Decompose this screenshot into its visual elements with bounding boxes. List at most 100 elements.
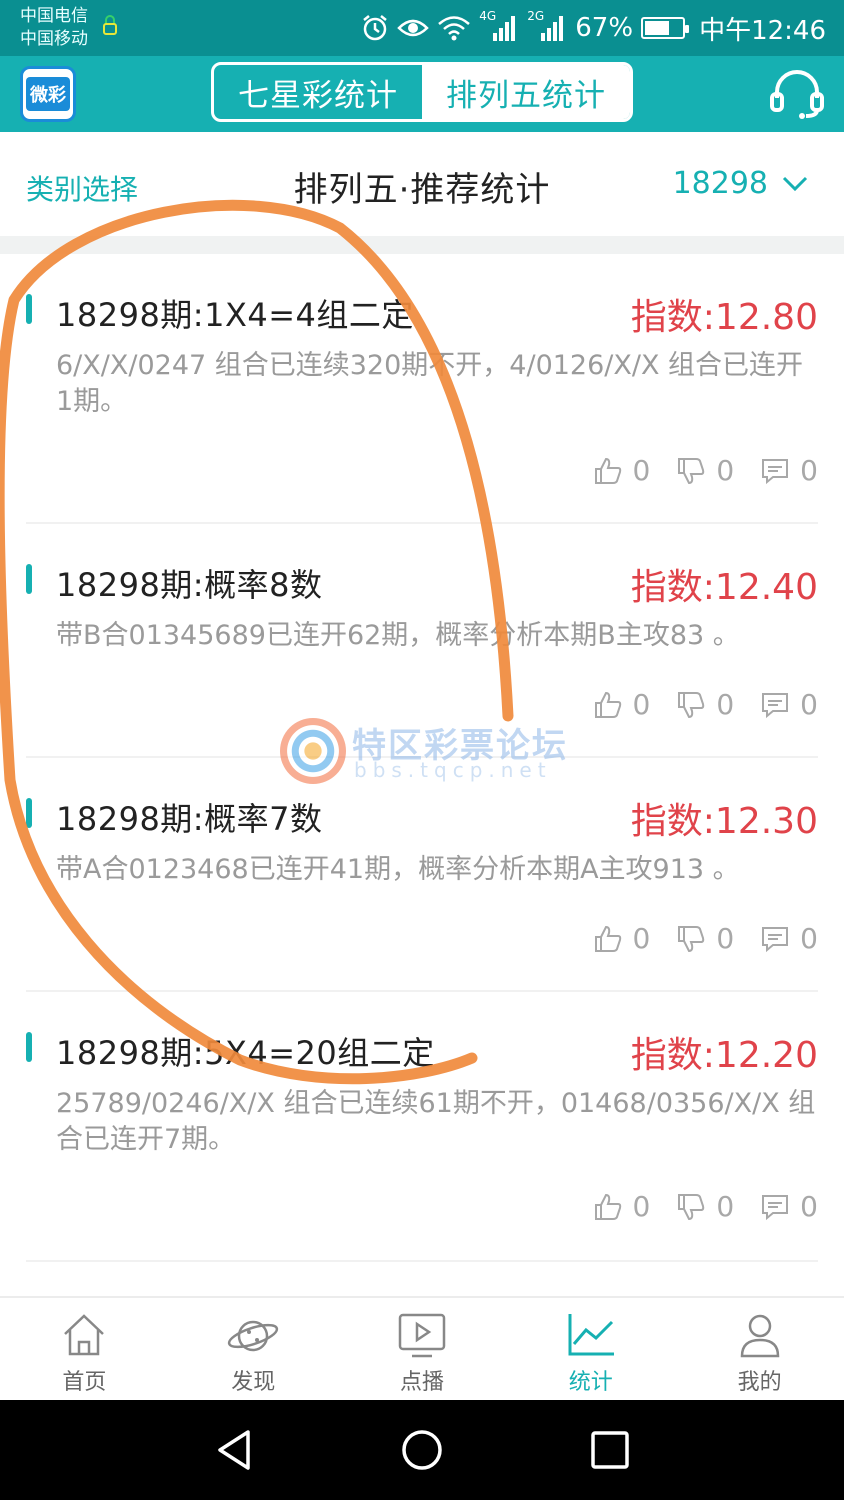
dislike-button[interactable]: 0: [676, 454, 734, 487]
card-description: 带B合01345689已连开62期，概率分析本期B主攻83 。: [56, 620, 740, 651]
carrier-2: 中国移动: [20, 29, 88, 49]
like-count: 0: [632, 688, 651, 721]
comment-button[interactable]: 0: [760, 454, 818, 487]
title-accent-bar: [26, 798, 32, 828]
card-description: 6/X/X/0247 组合已连续320期不开，4/0126/X/X 组合已连开1…: [56, 350, 804, 417]
like-button[interactable]: 0: [593, 922, 651, 955]
card-actions: 0 0 0: [593, 922, 818, 955]
vpn-lock-icon: [103, 15, 117, 35]
dislike-count: 0: [716, 688, 735, 721]
signal-2g: 2G: [527, 9, 567, 43]
list-item[interactable]: 18298期:5X4=20组二定 指数:12.20 25789/0246/X/X…: [26, 992, 818, 1262]
nav-label: 发现: [231, 1370, 276, 1395]
comment-button[interactable]: 0: [760, 1190, 818, 1223]
thumbs-down-icon: [678, 691, 705, 718]
chevron-down-icon: [782, 176, 808, 191]
play-icon: [398, 1313, 446, 1358]
alarm-icon: [363, 15, 388, 41]
thumbs-up-icon: [594, 457, 621, 484]
stats-tab-switch: 七星彩统计 排列五统计: [211, 62, 633, 122]
card-title: 18298期:概率7数: [56, 800, 323, 838]
battery-icon: [641, 17, 690, 39]
card-actions: 0 0 0: [593, 454, 818, 487]
eye-icon: [397, 19, 430, 37]
thumbs-down-icon: [678, 457, 705, 484]
back-icon[interactable]: [210, 1426, 258, 1474]
nav-discover[interactable]: 发现: [169, 1298, 338, 1400]
issue-number: 18298: [672, 166, 768, 201]
comment-icon: [762, 692, 789, 718]
comment-button[interactable]: 0: [760, 688, 818, 721]
card-description: 带A合0123468已连开41期，概率分析本期A主攻913 。: [56, 854, 740, 885]
nav-stats[interactable]: 统计: [506, 1298, 675, 1400]
dislike-count: 0: [716, 454, 735, 487]
app-logo[interactable]: 微彩: [20, 66, 76, 122]
thumbs-up-icon: [594, 1193, 621, 1220]
like-button[interactable]: 0: [593, 1190, 650, 1223]
card-actions: 0 0 0: [593, 1190, 818, 1223]
home-circle-icon[interactable]: [398, 1426, 446, 1474]
home-icon: [64, 1314, 105, 1356]
watermark-logo-icon: [280, 718, 346, 784]
comment-icon: [762, 1194, 789, 1220]
dislike-button[interactable]: 0: [676, 688, 734, 721]
clock: 中午12:46: [699, 15, 826, 46]
card-description: 25789/0246/X/X 组合已连续61期不开，01468/0356/X/X…: [56, 1088, 816, 1155]
index-value: 指数:12.30: [630, 801, 818, 842]
dislike-button[interactable]: 0: [676, 1190, 734, 1223]
battery-level: [645, 21, 670, 35]
system-nav-bar: [0, 1400, 844, 1500]
comment-count: 0: [800, 688, 818, 721]
card-title: 18298期:1X4=4组二定: [56, 296, 414, 334]
section-divider: [0, 236, 844, 254]
battery-percent: 67%: [575, 13, 634, 43]
like-button[interactable]: 0: [593, 454, 651, 487]
comment-count: 0: [800, 1190, 818, 1223]
title-accent-bar: [26, 294, 32, 324]
index-value: 指数:12.40: [630, 567, 818, 608]
status-icons: 4G 2G 67% 中午12:46: [361, 9, 826, 46]
logo-text: 微彩: [26, 77, 70, 111]
card-actions: 0 0 0: [593, 688, 818, 721]
nav-me[interactable]: 我的: [675, 1298, 844, 1400]
nav-label: 我的: [737, 1370, 782, 1395]
dislike-count: 0: [716, 1190, 735, 1223]
card-title: 18298期:概率8数: [56, 566, 323, 604]
like-count: 0: [632, 454, 651, 487]
forum-watermark: 特区彩票论坛 bbs.tqcp.net: [280, 716, 570, 786]
app-header: 微彩 七星彩统计 排列五统计: [0, 56, 844, 132]
signal-icon: [541, 16, 564, 41]
title-accent-bar: [26, 564, 32, 594]
issue-dropdown[interactable]: 18298: [673, 166, 808, 201]
like-button[interactable]: 0: [593, 688, 651, 721]
chart-icon: [568, 1314, 614, 1356]
comment-button[interactable]: 0: [760, 922, 818, 955]
wifi-icon: [438, 16, 471, 41]
index-value: 指数:12.80: [630, 297, 818, 338]
recents-icon[interactable]: [586, 1426, 634, 1474]
like-count: 0: [632, 922, 651, 955]
nav-label: 点播: [399, 1370, 444, 1395]
thumbs-down-icon: [678, 1193, 705, 1220]
headset-icon[interactable]: [768, 68, 826, 120]
comment-icon: [762, 458, 789, 484]
comment-icon: [762, 926, 789, 952]
dislike-count: 0: [716, 922, 735, 955]
tab-pailie5-stats[interactable]: 排列五统计: [422, 65, 630, 119]
list-item[interactable]: 18298期:概率7数 指数:12.30 带A合0123468已连开41期，概率…: [26, 758, 818, 992]
dislike-button[interactable]: 0: [676, 922, 734, 955]
title-accent-bar: [26, 1032, 32, 1062]
bottom-nav: 首页 发现 点播 统计 我的: [0, 1296, 844, 1400]
comment-count: 0: [800, 922, 818, 955]
card-title: 18298期:5X4=20组二定: [56, 1034, 435, 1072]
comment-count: 0: [800, 454, 818, 487]
list-item[interactable]: 18298期:1X4=4组二定 指数:12.80 6/X/X/0247 组合已连…: [26, 254, 818, 524]
watermark-url: bbs.tqcp.net: [354, 758, 552, 782]
tab-qixingcai-stats[interactable]: 七星彩统计: [214, 65, 422, 119]
nav-label: 首页: [62, 1370, 107, 1395]
nav-home[interactable]: 首页: [0, 1298, 169, 1400]
signal-icon: [493, 16, 516, 41]
nav-vod[interactable]: 点播: [338, 1298, 507, 1400]
index-value: 指数:12.20: [630, 1035, 818, 1076]
thumbs-up-icon: [594, 925, 621, 952]
